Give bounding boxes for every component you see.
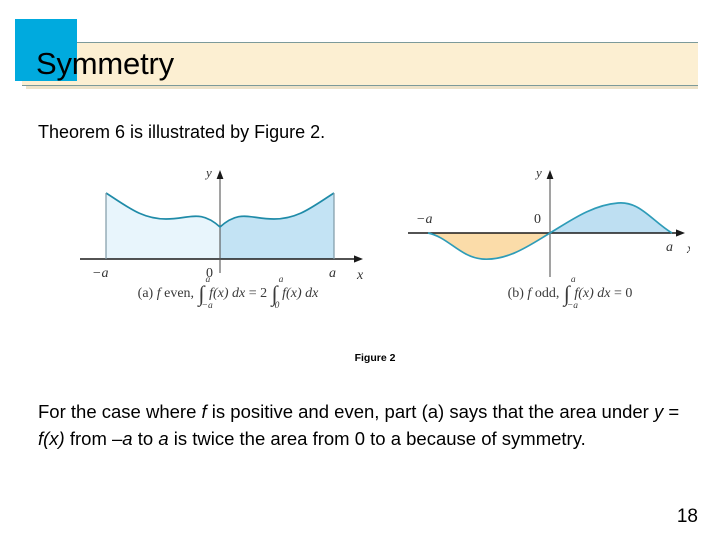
- x-axis-arrow: [676, 229, 685, 237]
- x-axis-label-b: x: [686, 242, 690, 257]
- y-axis-arrow: [546, 170, 554, 179]
- figure-caption-b: (b) f odd, ∫ a −a f(x) dx = 0: [420, 275, 720, 311]
- caption-a-int1-lower: −a: [201, 300, 213, 311]
- closing-line2-y: y: [653, 401, 664, 422]
- caption-b-equals: =: [614, 286, 622, 301]
- closing-line2-a1: a: [122, 428, 133, 449]
- caption-a-coefficient: 2: [260, 286, 268, 301]
- caption-a-prefix: (a): [137, 286, 154, 301]
- caption-a-integral-1: ∫ a −a: [198, 275, 213, 311]
- y-axis-label-a: y: [204, 165, 212, 180]
- closing-line2-a2: a: [158, 428, 169, 449]
- caption-b-integrand-1: f(x) dx: [574, 286, 611, 301]
- page-number: 18: [676, 506, 698, 527]
- caption-b-int1-upper: a: [570, 275, 576, 285]
- tick-label-right-b: a: [666, 240, 673, 255]
- closing-line1-b: is positive and even, part (a) says that: [206, 401, 524, 422]
- closing-line1-a: For the case where: [38, 401, 202, 422]
- figure-panel-a: y −a 0 a x (a) f even, ∫ a −a f(x) dx = 2 …: [70, 155, 370, 310]
- y-axis-arrow: [216, 170, 224, 179]
- caption-a-int2-lower: 0: [274, 300, 280, 311]
- page-title: Symmetry: [36, 46, 174, 81]
- closing-line2-e: is twice the area from: [168, 428, 350, 449]
- tick-label-right-a: a: [329, 266, 336, 281]
- tick-label-left-a: −a: [92, 266, 108, 281]
- closing-line2-a: the area under: [528, 401, 654, 422]
- closing-line2-fx: f(x): [38, 428, 65, 449]
- y-axis-label-b: y: [534, 165, 542, 180]
- even-function-plot: y −a 0 a x: [80, 165, 364, 283]
- closing-line2-b: =: [663, 401, 680, 422]
- figure-caption-a: (a) f even, ∫ a −a f(x) dx = 2 ∫ a 0 f(x) dx: [78, 275, 378, 311]
- odd-function-plot: y −a 0 a x: [408, 165, 694, 277]
- closing-line3: 0 to a because of symmetry.: [354, 428, 586, 449]
- figure-number-label: Figure 2: [354, 352, 396, 364]
- tick-label-origin-b: 0: [534, 212, 541, 227]
- area-fill-negative: [428, 233, 550, 260]
- figure-block: y −a 0 a x (a) f even, ∫ a −a f(x) dx = 2 …: [60, 155, 694, 370]
- x-axis-arrow: [354, 255, 363, 263]
- title-banner-shadow: [26, 86, 698, 89]
- tick-label-left-b: −a: [416, 212, 432, 227]
- figure-panel-b: y −a 0 a x (b) f odd, ∫a−a f(x) dx = 0: [390, 155, 694, 310]
- caption-a-equals: =: [248, 286, 257, 301]
- caption-b-integral-1: ∫ a −a: [563, 275, 578, 311]
- caption-b-prefix: (b): [507, 286, 524, 301]
- closing-paragraph: For the case where f is positive and eve…: [38, 398, 698, 452]
- caption-a-int1-upper: a: [205, 275, 211, 285]
- caption-a-integrand-1: f(x) dx: [209, 286, 246, 301]
- area-fill-left: [106, 193, 220, 259]
- caption-b-fn: f: [527, 286, 532, 301]
- area-fill-positive: [550, 202, 672, 233]
- caption-a-integral-2: ∫ a 0: [271, 275, 284, 311]
- x-axis-label-a: x: [356, 268, 364, 283]
- caption-a-fn: f: [156, 286, 161, 301]
- caption-b-int1-lower: −a: [566, 300, 578, 311]
- closing-line2-c: from –: [64, 428, 123, 449]
- area-fill-right: [220, 193, 334, 259]
- caption-a-integrand-2: f(x) dx: [282, 286, 319, 301]
- caption-a-int2-upper: a: [278, 275, 284, 285]
- caption-a-word: even,: [164, 286, 195, 301]
- intro-text: Theorem 6 is illustrated by Figure 2.: [38, 122, 326, 142]
- caption-b-result: 0: [625, 286, 633, 301]
- closing-line2-d: to: [132, 428, 159, 449]
- caption-b-word: odd,: [534, 286, 560, 301]
